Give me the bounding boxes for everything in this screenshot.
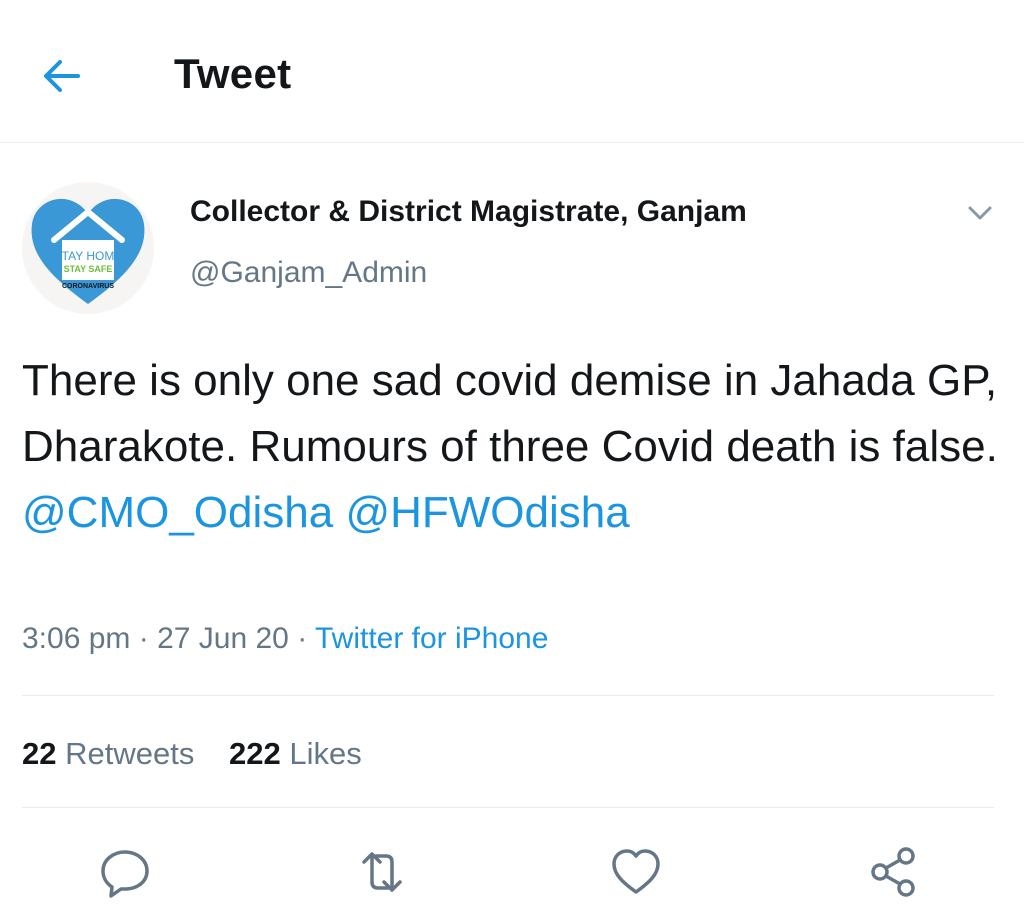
avatar-line3: CORONAVIRUS (62, 283, 114, 290)
likes-label: Likes (289, 736, 362, 771)
like-button[interactable] (608, 844, 664, 900)
tweet-stats: 22 Retweets 222 Likes (22, 736, 388, 772)
meta-separator: · (130, 622, 158, 655)
divider (22, 807, 994, 808)
retweet-icon (362, 852, 402, 892)
author-display-name[interactable]: Collector & District Magistrate, Ganjam (190, 195, 747, 229)
divider (22, 695, 994, 696)
stay-home-heart-logo: STAY HOME STAY SAFE CORONAVIRUS (31, 198, 145, 304)
reply-icon (101, 850, 149, 898)
back-button[interactable] (38, 52, 86, 100)
avatar[interactable]: STAY HOME STAY SAFE CORONAVIRUS (22, 182, 154, 314)
share-icon (871, 847, 915, 897)
tweet-body: There is only one sad covid demise in Ja… (22, 356, 998, 471)
avatar-line1: STAY HOME (54, 249, 123, 263)
author-handle[interactable]: @Ganjam_Admin (190, 256, 427, 290)
reply-button[interactable] (97, 844, 153, 900)
tweet-source-link[interactable]: Twitter for iPhone (315, 622, 548, 655)
likes-count: 222 (228, 736, 281, 771)
back-arrow-icon (44, 60, 80, 92)
chevron-down-icon (968, 206, 992, 220)
retweets-stat[interactable]: 22 Retweets (22, 736, 194, 772)
avatar-line2: STAY SAFE (64, 264, 113, 274)
share-button[interactable] (866, 844, 922, 900)
mention-hfw-odisha[interactable]: @HFWOdisha (345, 488, 629, 537)
tweet-date: 27 Jun 20 (157, 622, 289, 655)
page-title: Tweet (174, 50, 292, 97)
tweet-text: There is only one sad covid demise in Ja… (22, 348, 1002, 546)
retweet-button[interactable] (354, 844, 410, 900)
meta-separator: · (288, 622, 315, 655)
like-icon (612, 849, 660, 894)
likes-stat[interactable]: 222 Likes (229, 736, 362, 772)
mention-cmo-odisha[interactable]: @CMO_Odisha (22, 488, 333, 537)
retweets-label: Retweets (65, 736, 195, 771)
tweet-time: 3:06 pm (22, 622, 131, 655)
retweets-count: 22 (22, 736, 57, 771)
top-bar: Tweet (0, 0, 1024, 143)
tweet-options-button[interactable] (962, 198, 998, 228)
tweet-meta: 3:06 pm · 27 Jun 20 · Twitter for iPhone (22, 622, 548, 656)
